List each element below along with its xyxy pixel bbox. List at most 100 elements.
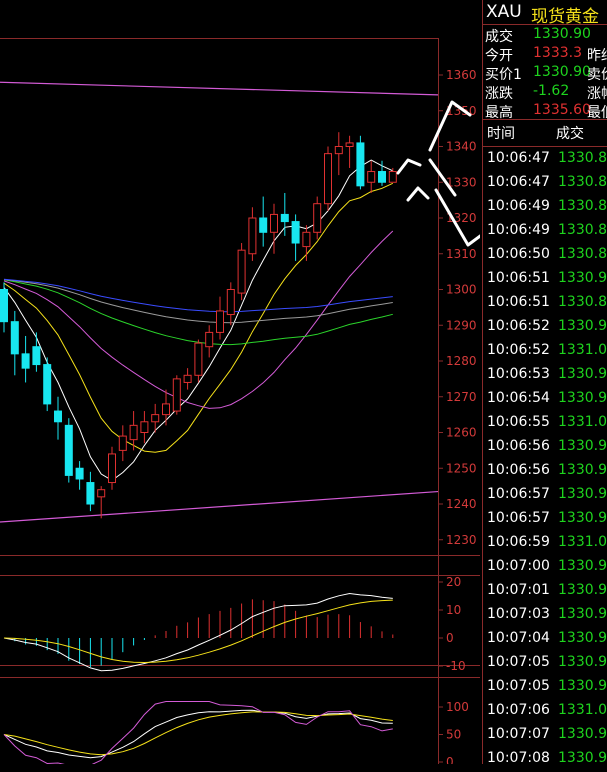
- tick-header-time: 时间: [487, 126, 515, 142]
- candle-body: [140, 421, 149, 433]
- chart-frames: [0, 38, 480, 764]
- tick-header: 时间 成交: [483, 122, 607, 146]
- tick-row: 10:06:57 1330.94: [483, 484, 607, 508]
- tick-time: 10:06:51: [487, 294, 550, 310]
- tick-price: 1330.95: [558, 438, 607, 454]
- tick-row: 10:07:03 1330.92: [483, 604, 607, 628]
- tick-time: 10:06:50: [487, 246, 550, 262]
- price-tick-label: 1250: [446, 461, 477, 475]
- tick-price: 1330.96: [558, 654, 607, 670]
- tick-time: 10:06:52: [487, 342, 550, 358]
- tick-row: 10:06:47 1330.83: [483, 148, 607, 172]
- candle-body: [172, 378, 181, 412]
- quote-key: 今开: [485, 48, 513, 64]
- candle-body: [216, 310, 224, 333]
- upper-ref-line: [0, 81, 439, 96]
- tick-time: 10:07:03: [487, 606, 550, 622]
- forecast-arrow: [406, 186, 430, 202]
- candle-body: [0, 289, 8, 323]
- candle-body: [302, 231, 311, 248]
- tick-price: 1330.92: [558, 726, 607, 742]
- quote-header: XAU 现货黄金: [483, 0, 607, 27]
- tick-price: 1330.93: [558, 318, 607, 334]
- candle-body: [259, 217, 268, 233]
- tick-time: 10:07:07: [487, 726, 550, 742]
- tick-row: 10:06:57 1330.92: [483, 508, 607, 532]
- candle-body: [129, 424, 138, 441]
- macd-tick-label: 0: [446, 631, 454, 645]
- tick-header-price: 成交: [556, 126, 584, 142]
- forecast-arrow: [396, 158, 422, 175]
- tick-price: 1330.92: [558, 606, 607, 622]
- tick-price: 1330.89: [558, 294, 607, 310]
- tick-row: 10:07:05 1330.93: [483, 676, 607, 700]
- tick-time: 10:07:06: [487, 702, 550, 718]
- ma-line-10: [3, 182, 394, 453]
- tick-price: 1330.83: [558, 222, 607, 238]
- symbol: XAU: [486, 2, 522, 22]
- candle-body: [162, 403, 170, 416]
- macd-tick-label: 10: [446, 603, 461, 617]
- candle-body: [356, 142, 365, 187]
- tick-time: 10:06:52: [487, 318, 550, 334]
- tick-price: 1330.98: [558, 270, 607, 286]
- candle-body: [118, 435, 127, 451]
- tick-price: 1330.92: [558, 510, 607, 526]
- candle-body: [151, 414, 160, 423]
- macd-panel: 20 10 0 -10: [3, 575, 466, 673]
- candle-body: [226, 289, 235, 316]
- tick-price: 1330.93: [558, 678, 607, 694]
- lower-ref-line: [0, 490, 439, 523]
- tick-row: 10:07:06 1331.01: [483, 700, 607, 724]
- tick-time: 10:06:57: [487, 510, 550, 526]
- candle-body: [378, 171, 386, 183]
- candle-body: [32, 346, 41, 366]
- candlestick-chart[interactable]: 1360135013401330132013101300129012801270…: [0, 0, 480, 764]
- tick-row: 10:06:47 1330.84: [483, 172, 607, 196]
- tick-time: 10:06:55: [487, 414, 550, 430]
- tick-price: 1330.88: [558, 198, 607, 214]
- kdj-tick-label: 100: [446, 700, 469, 714]
- candle-body: [54, 410, 62, 423]
- tick-row: 10:06:49 1330.88: [483, 196, 607, 220]
- quote-value: 1330.90: [533, 26, 591, 42]
- tick-row: 10:07:00 1330.93: [483, 556, 607, 580]
- quote-key: 成交: [485, 29, 513, 45]
- candle-body: [205, 331, 214, 348]
- tick-row: 10:06:50 1330.84: [483, 244, 607, 268]
- price-tick-label: 1310: [446, 247, 477, 261]
- tick-time: 10:06:53: [487, 366, 550, 382]
- price-tick-label: 1280: [446, 354, 477, 368]
- kdj-k-line: [3, 709, 393, 759]
- candle-body: [324, 153, 332, 205]
- quote-value: -1.62: [533, 83, 570, 99]
- price-tick-label: 1290: [446, 318, 477, 332]
- price-tick-label: 1300: [446, 283, 477, 297]
- price-tick-label: 1240: [446, 497, 477, 511]
- price-tick-label: 1260: [446, 426, 477, 440]
- tick-time: 10:07:00: [487, 558, 550, 574]
- candle-body: [367, 171, 376, 183]
- kdj-d-line: [3, 711, 393, 756]
- candle-body: [86, 482, 95, 505]
- tick-row: 10:06:52 1331.01: [483, 340, 607, 364]
- quote-value: 1333.3: [533, 45, 582, 61]
- candle-body: [237, 249, 246, 294]
- tick-row: 10:07:07 1330.92: [483, 724, 607, 748]
- tick-row: 10:06:51 1330.98: [483, 268, 607, 292]
- tick-row: 10:06:55 1331.01: [483, 412, 607, 436]
- quote-value: 1335.60: [533, 102, 591, 118]
- candle-body: [97, 489, 106, 498]
- tick-time: 10:07:04: [487, 630, 550, 646]
- tick-time: 10:06:49: [487, 198, 550, 214]
- candle-body: [334, 146, 343, 155]
- tick-time: 10:06:56: [487, 462, 550, 478]
- tick-row: 10:07:05 1330.96: [483, 652, 607, 676]
- price-tick-label: 1230: [446, 533, 477, 547]
- tick-time: 10:06:47: [487, 174, 550, 190]
- tick-time: 10:07:01: [487, 582, 550, 598]
- tick-row: 10:06:56 1330.94: [483, 460, 607, 484]
- candle-body: [108, 453, 116, 484]
- quote-key-2: 涨幅: [587, 86, 607, 102]
- tick-row: 10:06:53 1330.92: [483, 364, 607, 388]
